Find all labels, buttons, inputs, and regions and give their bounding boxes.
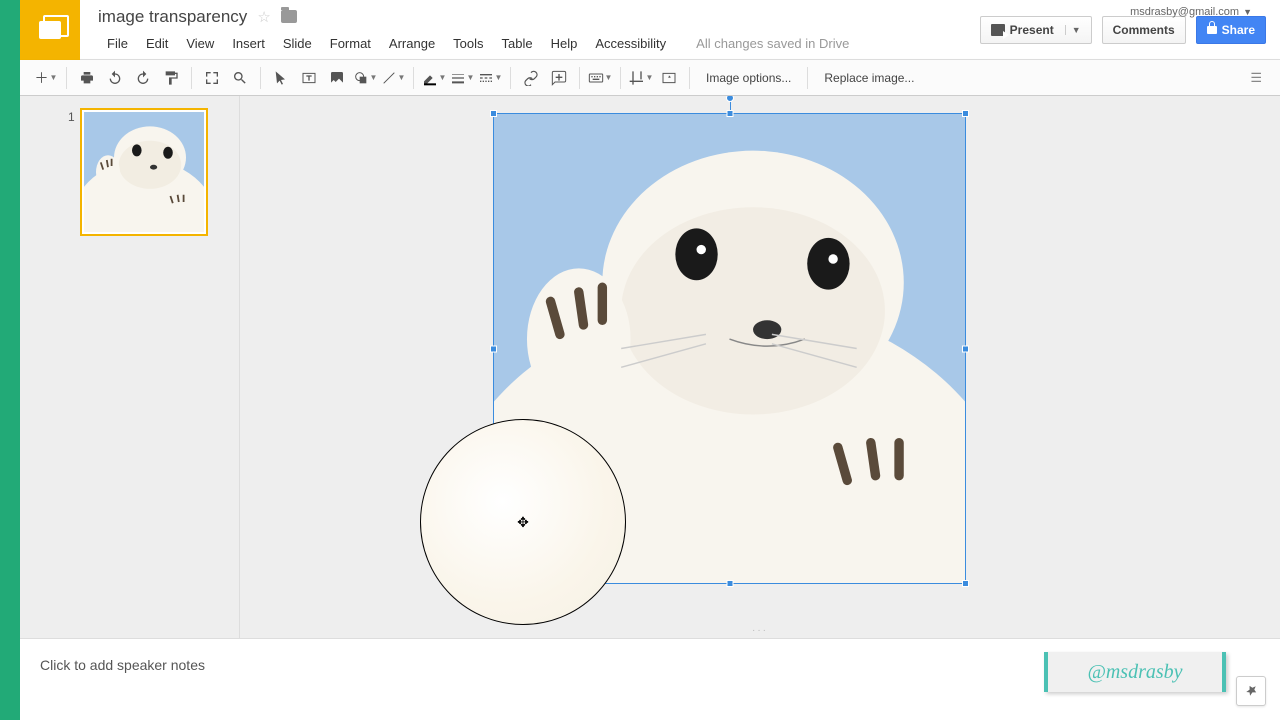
link-icon[interactable] (517, 65, 545, 91)
menu-table[interactable]: Table (493, 29, 542, 59)
notes-resize-grip[interactable]: ··· (752, 625, 768, 636)
present-label: Present (1010, 23, 1054, 37)
menu-accessibility[interactable]: Accessibility (586, 29, 675, 59)
menu-format[interactable]: Format (321, 29, 380, 59)
new-slide-button[interactable]: ＋▼ (32, 65, 60, 91)
resize-handle-nw[interactable] (490, 110, 497, 117)
save-status: All changes saved in Drive (687, 29, 858, 59)
resize-handle-w[interactable] (490, 345, 497, 352)
resize-handle-se[interactable] (962, 580, 969, 587)
menu-arrange[interactable]: Arrange (380, 29, 444, 59)
border-dash-icon[interactable]: ▼ (476, 65, 504, 91)
menu-slide[interactable]: Slide (274, 29, 321, 59)
menu-edit[interactable]: Edit (137, 29, 177, 59)
menu-tools[interactable]: Tools (444, 29, 492, 59)
comment-icon[interactable] (545, 65, 573, 91)
resize-handle-n[interactable] (726, 110, 733, 117)
border-color-icon[interactable]: ▼ (420, 65, 448, 91)
crop-icon[interactable]: ▼ (627, 65, 655, 91)
textbox-icon[interactable] (295, 65, 323, 91)
resize-handle-s[interactable] (726, 580, 733, 587)
image-options-button[interactable]: Image options... (696, 65, 801, 91)
share-button[interactable]: Share (1196, 16, 1266, 44)
chevron-down-icon[interactable]: ▼ (1065, 25, 1087, 35)
star-icon[interactable]: ☆ (257, 8, 270, 26)
watermark-badge: @msdrasby (1044, 652, 1226, 692)
rotation-handle[interactable] (726, 96, 734, 102)
line-icon[interactable]: ▼ (379, 65, 407, 91)
resize-handle-ne[interactable] (962, 110, 969, 117)
slide-thumbnail-1[interactable] (80, 108, 208, 236)
menu-insert[interactable]: Insert (223, 29, 274, 59)
zoom-fit-icon[interactable] (198, 65, 226, 91)
print-icon[interactable] (73, 65, 101, 91)
replace-image-button[interactable]: Replace image... (814, 65, 924, 91)
image-icon[interactable] (323, 65, 351, 91)
speaker-notes-placeholder[interactable]: Click to add speaker notes (40, 657, 205, 673)
move-cursor-icon: ✥ (517, 514, 529, 531)
folder-icon[interactable] (281, 10, 297, 23)
paint-format-icon[interactable] (157, 65, 185, 91)
undo-icon[interactable] (101, 65, 129, 91)
reset-image-icon[interactable] (655, 65, 683, 91)
keyboard-icon[interactable]: ▼ (586, 65, 614, 91)
zoom-icon[interactable] (226, 65, 254, 91)
select-tool-icon[interactable] (267, 65, 295, 91)
shape-icon[interactable]: ▼ (351, 65, 379, 91)
slide-canvas[interactable]: ✥ ··· (240, 96, 1280, 638)
menu-help[interactable]: Help (542, 29, 587, 59)
redo-icon[interactable] (129, 65, 157, 91)
present-button[interactable]: Present ▼ (980, 16, 1092, 44)
border-weight-icon[interactable]: ▼ (448, 65, 476, 91)
resize-handle-e[interactable] (962, 345, 969, 352)
explore-button[interactable] (1236, 676, 1266, 706)
share-label: Share (1222, 23, 1255, 37)
chevron-down-icon: ▼ (1243, 7, 1252, 17)
play-icon (991, 24, 1005, 36)
menu-file[interactable]: File (98, 29, 137, 59)
magnifier-overlay: ✥ (420, 419, 626, 625)
menu-view[interactable]: View (177, 29, 223, 59)
document-title[interactable]: image transparency (98, 7, 247, 27)
app-logo[interactable] (20, 0, 80, 60)
slide-number: 1 (68, 110, 75, 124)
account-email[interactable]: msdrasby@gmail.com▼ (1130, 6, 1252, 18)
lock-icon (1207, 26, 1217, 34)
collapse-toolbar-icon[interactable]: ☰ (1250, 70, 1262, 86)
comments-button[interactable]: Comments (1102, 16, 1186, 44)
